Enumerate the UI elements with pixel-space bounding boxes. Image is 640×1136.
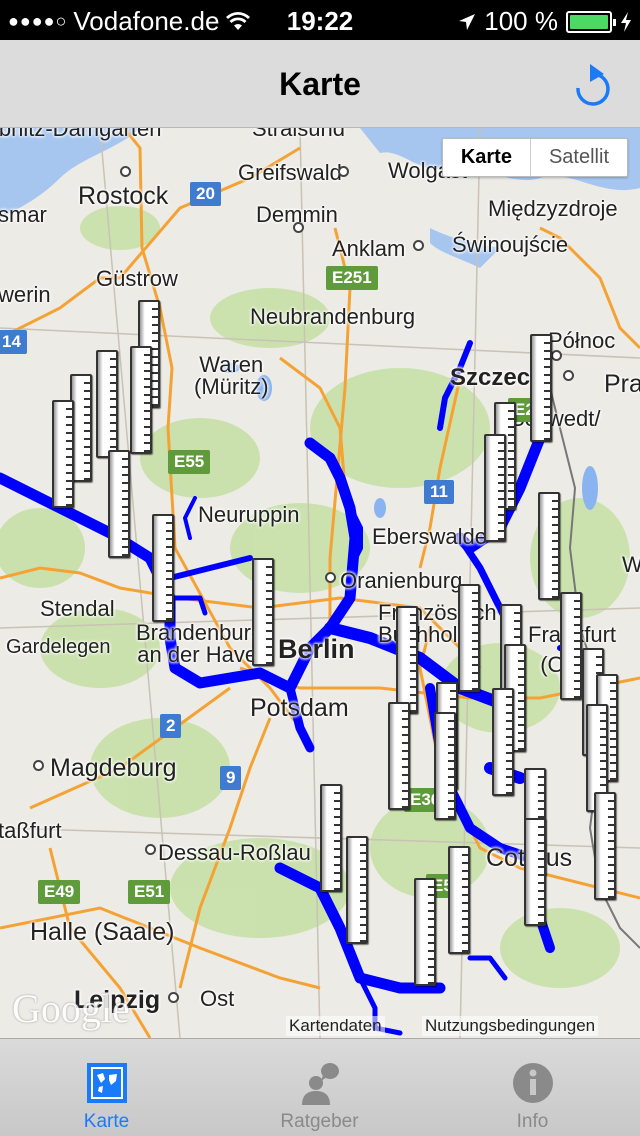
- water-gauge-marker[interactable]: [414, 878, 436, 986]
- map-label-ost: Ost: [200, 986, 235, 1011]
- map-label-w: W: [622, 552, 640, 577]
- map-label-miedzyzdroje: Międzyzdroje: [488, 196, 618, 221]
- road-shield-a14: 14: [0, 330, 27, 354]
- navigation-bar: Karte: [0, 40, 640, 128]
- road-shield-a20: 20: [190, 182, 221, 206]
- water-gauge-marker[interactable]: [96, 350, 118, 458]
- map-label-berlin: Berlin: [278, 634, 355, 664]
- water-gauge-marker[interactable]: [434, 712, 456, 820]
- map-label-halle: Halle (Saale): [30, 918, 175, 946]
- map-label-stendal: Stendal: [40, 596, 115, 621]
- city-marker: [33, 760, 44, 771]
- wifi-icon: [226, 11, 251, 30]
- tab-bar: Karte Ratgeber Info: [0, 1038, 640, 1136]
- road-shield-e49: E49: [38, 880, 81, 904]
- water-gauge-marker[interactable]: [346, 836, 368, 944]
- map-label-gustrow: Güstrow: [96, 266, 178, 291]
- tab-ratgeber[interactable]: Ratgeber: [213, 1039, 426, 1136]
- road-shield-e51: E51: [128, 880, 171, 904]
- tab-info-label: Info: [516, 1111, 549, 1132]
- city-marker: [338, 166, 349, 177]
- map-label-stralsund: Stralsund: [252, 128, 345, 141]
- carrier-name: Vodafone.de: [73, 6, 220, 36]
- map-label-magdeburg: Magdeburg: [50, 754, 177, 782]
- map-label-stassfurt: taßfurt: [0, 818, 62, 843]
- map-label-gardelegen: Gardelegen: [6, 636, 111, 658]
- city-marker: [168, 992, 179, 1003]
- city-marker: [325, 572, 336, 583]
- map-label-swinoujscie: Świnoujście: [452, 232, 569, 257]
- water-gauge-marker[interactable]: [108, 450, 130, 558]
- water-gauge-marker[interactable]: [152, 514, 174, 622]
- status-bar: ●●●●○ Vodafone.de 19:22 100 %: [0, 0, 640, 40]
- water-gauge-marker[interactable]: [458, 584, 480, 692]
- map-label-wismar: smar: [0, 202, 47, 227]
- tab-ratgeber-label: Ratgeber: [280, 1111, 359, 1132]
- water-gauge-marker[interactable]: [492, 688, 514, 796]
- map-type-control: Karte Satellit: [441, 138, 628, 177]
- signal-strength-icon: ●●●●○: [8, 11, 68, 31]
- map-label-eberswalde: Eberswalde: [372, 524, 487, 549]
- refresh-icon: [576, 64, 610, 106]
- map-type-karte-button[interactable]: Karte: [443, 139, 531, 176]
- battery-icon: [566, 10, 616, 33]
- road-shield-a2: 2: [160, 714, 182, 738]
- water-gauge-marker[interactable]: [388, 702, 410, 810]
- road-shield-e251: E251: [326, 266, 378, 290]
- water-gauge-marker[interactable]: [52, 400, 74, 508]
- map-type-satellit-button[interactable]: Satellit: [531, 139, 627, 176]
- map-label-neuruppin: Neuruppin: [198, 502, 300, 527]
- tab-info[interactable]: Info: [426, 1039, 639, 1136]
- map-label-neubrandenburg: Neubrandenburg: [250, 304, 416, 329]
- map-label-anklam: Anklam: [332, 236, 406, 261]
- battery-percent: 100 %: [484, 6, 558, 36]
- road-shield-a11: 11: [424, 480, 454, 504]
- map-label-potsdam: Potsdam: [250, 694, 349, 722]
- water-gauge-marker[interactable]: [594, 792, 616, 900]
- water-gauge-marker[interactable]: [524, 818, 546, 926]
- map-label-ribnitz: ibnitz-Damgarten: [0, 128, 162, 141]
- water-gauge-marker[interactable]: [252, 558, 274, 666]
- map-label-pra: Pra: [604, 370, 640, 398]
- map-label-dessau: Dessau-Roßlau: [158, 840, 311, 865]
- google-logo: Google: [12, 986, 130, 1031]
- city-marker: [145, 844, 156, 855]
- water-gauge-marker[interactable]: [448, 846, 470, 954]
- city-marker: [563, 370, 574, 381]
- city-marker: [551, 350, 562, 361]
- info-icon: [512, 1063, 553, 1103]
- map-label-schwerin: werin: [0, 282, 51, 307]
- tab-karte[interactable]: Karte: [0, 1039, 213, 1136]
- tab-karte-label: Karte: [83, 1111, 130, 1132]
- map-view[interactable]: ibnitz-Damgarten Stralsund Rostock Greif…: [0, 128, 640, 1038]
- water-gauge-marker[interactable]: [530, 334, 552, 442]
- advisor-chat-icon: [301, 1063, 339, 1105]
- city-marker: [293, 222, 304, 233]
- map-label-waren: Waren (Müritz): [194, 352, 269, 399]
- water-gauge-marker[interactable]: [538, 492, 560, 600]
- water-gauge-marker[interactable]: [396, 606, 418, 714]
- map-data-link[interactable]: Kartendaten: [286, 1016, 385, 1036]
- water-gauge-marker[interactable]: [560, 592, 582, 700]
- location-arrow-icon: [459, 13, 476, 30]
- city-marker: [413, 240, 424, 251]
- refresh-button[interactable]: [564, 60, 614, 110]
- water-gauge-marker[interactable]: [484, 434, 506, 542]
- road-shield-e55: E55: [168, 450, 211, 474]
- page-title: Karte: [279, 66, 361, 102]
- city-marker: [120, 166, 131, 177]
- water-gauge-marker[interactable]: [320, 784, 342, 892]
- bolt-icon: [621, 11, 631, 32]
- terms-of-use-link[interactable]: Nutzungsbedingungen: [422, 1016, 599, 1036]
- map-label-greifswald: Greifswald: [238, 160, 342, 185]
- map-label-rostock: Rostock: [78, 182, 169, 210]
- water-gauge-marker[interactable]: [130, 346, 152, 454]
- map-label-oranienburg: Oranienburg: [340, 568, 463, 593]
- map-label-brandenburg: Brandenburg an der Havel: [136, 620, 264, 667]
- road-shield-a9: 9: [220, 766, 242, 790]
- map-icon: [86, 1063, 127, 1103]
